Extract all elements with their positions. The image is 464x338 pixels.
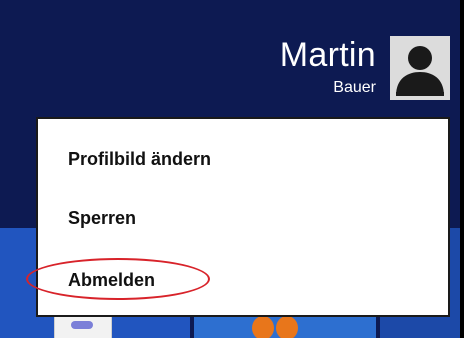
start-screen: Martin Bauer Profilbild ändern Sperren A… bbox=[0, 0, 464, 338]
app-tile-icon bbox=[252, 316, 302, 338]
menu-item-lock[interactable]: Sperren bbox=[68, 208, 136, 229]
user-account-tile[interactable]: Martin Bauer bbox=[280, 36, 450, 106]
account-context-menu: Profilbild ändern Sperren Abmelden bbox=[36, 117, 450, 317]
user-names: Martin Bauer bbox=[280, 36, 376, 98]
menu-item-sign-out[interactable]: Abmelden bbox=[68, 270, 155, 291]
user-first-name: Martin bbox=[279, 36, 376, 74]
user-avatar-icon[interactable] bbox=[390, 36, 450, 100]
user-last-name: Bauer bbox=[333, 79, 376, 96]
menu-item-change-profile-picture[interactable]: Profilbild ändern bbox=[68, 149, 211, 170]
